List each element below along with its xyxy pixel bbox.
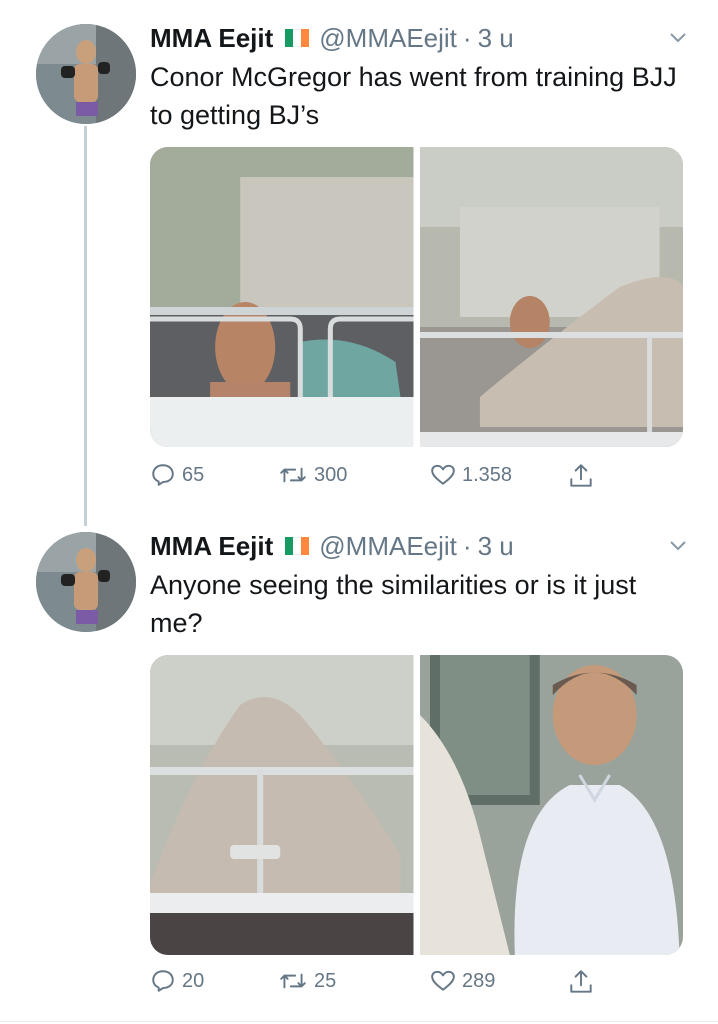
separator-dot: · xyxy=(462,530,472,561)
avatar-image xyxy=(36,532,136,632)
avatar-image xyxy=(36,24,136,124)
tweet-media[interactable] xyxy=(150,655,683,955)
reply-button[interactable]: 20 xyxy=(150,968,204,994)
like-count: 1.358 xyxy=(462,463,513,486)
display-name[interactable]: MMA Eejit xyxy=(150,23,273,54)
user-handle[interactable]: @MMAEejit xyxy=(319,531,457,562)
share-button[interactable] xyxy=(568,462,600,490)
retweet-count: 300 xyxy=(314,463,348,486)
share-button[interactable] xyxy=(568,968,600,996)
tweet-actions: 65 300 1.358 xyxy=(150,462,620,502)
avatar[interactable] xyxy=(36,24,136,124)
like-button[interactable]: 289 xyxy=(430,968,495,994)
ireland-flag-icon xyxy=(285,29,310,47)
separator-dot: · xyxy=(462,22,472,53)
media-image-2[interactable] xyxy=(419,655,683,955)
retweet-button[interactable]: 25 xyxy=(278,968,336,994)
tweet-media[interactable] xyxy=(150,147,683,447)
share-icon xyxy=(570,464,592,487)
tweet-text: Conor McGregor has went from training BJ… xyxy=(150,62,677,130)
like-count: 289 xyxy=(462,969,496,992)
like-button[interactable]: 1.358 xyxy=(430,462,512,488)
reply-count: 20 xyxy=(182,969,205,992)
timestamp[interactable]: 3 u xyxy=(478,531,514,562)
retweet-icon xyxy=(280,467,306,483)
tweet-2[interactable]: MMA Eejit @MMAEejit · 3 u Anyone seeing … xyxy=(0,520,718,1024)
retweet-button[interactable]: 300 xyxy=(278,462,347,488)
tweet-1[interactable]: MMA Eejit @MMAEejit · 3 u Conor McGregor… xyxy=(0,0,718,520)
tweet-actions: 20 25 289 xyxy=(150,968,620,1008)
chevron-down-icon[interactable] xyxy=(668,28,688,48)
chevron-down-icon[interactable] xyxy=(668,536,688,556)
media-image-1[interactable] xyxy=(150,655,414,955)
reply-icon xyxy=(152,464,174,486)
reply-icon xyxy=(152,970,174,992)
media-image-2[interactable] xyxy=(419,147,683,447)
reply-button[interactable]: 65 xyxy=(150,462,204,488)
tweet-header: MMA Eejit @MMAEejit · 3 u xyxy=(150,528,514,564)
timestamp[interactable]: 3 u xyxy=(478,23,514,54)
reply-count: 65 xyxy=(182,463,205,486)
heart-icon xyxy=(431,970,455,991)
tweet-text: Anyone seeing the similarities or is it … xyxy=(150,570,637,638)
tweet-header: MMA Eejit @MMAEejit · 3 u xyxy=(150,20,514,56)
share-icon xyxy=(570,970,592,993)
retweet-icon xyxy=(280,973,306,989)
heart-icon xyxy=(431,464,455,485)
display-name[interactable]: MMA Eejit xyxy=(150,531,273,562)
tweet-divider xyxy=(0,1021,718,1022)
user-handle[interactable]: @MMAEejit xyxy=(319,23,457,54)
retweet-count: 25 xyxy=(314,969,337,992)
media-image-1[interactable] xyxy=(150,147,414,447)
avatar[interactable] xyxy=(36,532,136,632)
ireland-flag-icon xyxy=(285,537,310,555)
